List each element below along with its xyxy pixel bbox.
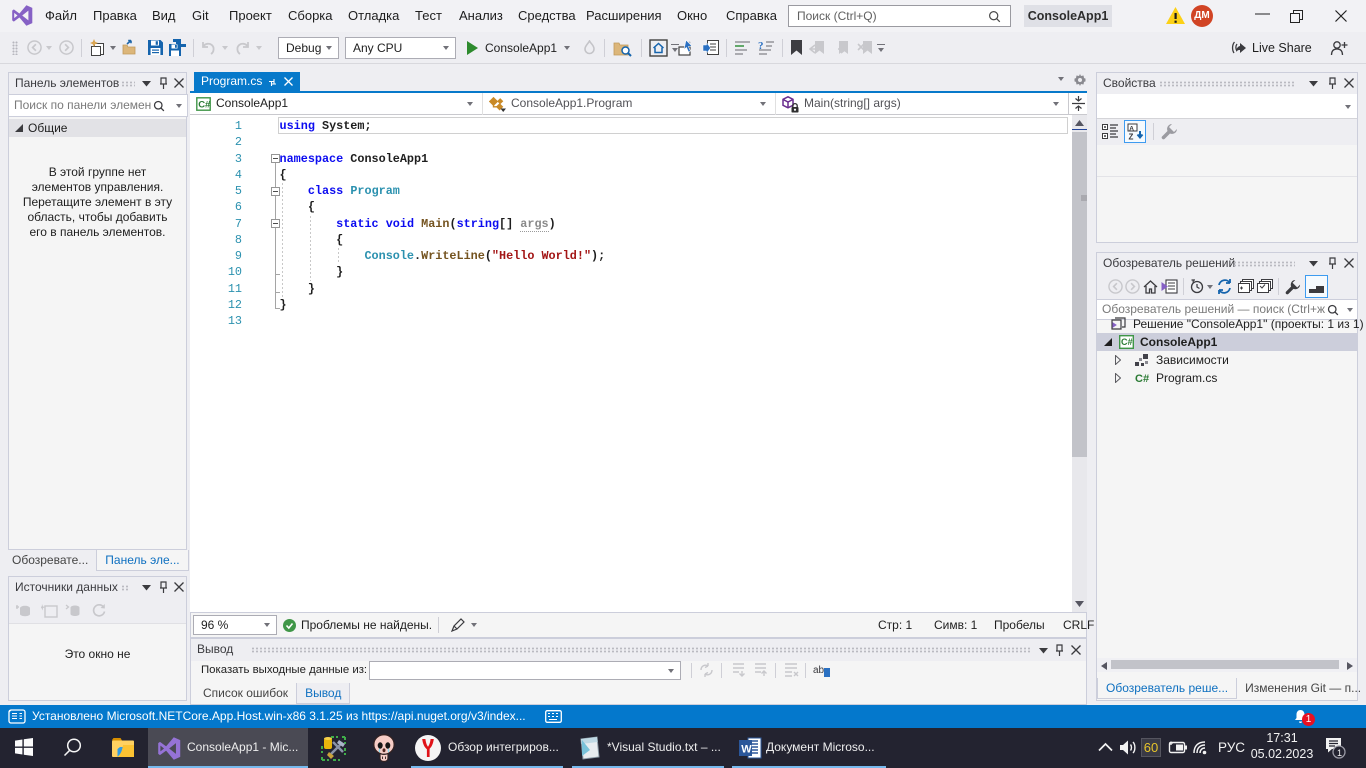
svg-text:C#: C# [1135,373,1149,385]
svg-text:C#: C# [198,99,211,110]
svg-text:Z: Z [1129,133,1134,141]
svg-text:W: W [741,744,752,756]
svg-text:1: 1 [1337,748,1342,758]
svg-text:ab: ab [813,665,825,676]
svg-text:A: A [1129,125,1134,132]
svg-text:C#: C# [1121,337,1133,347]
